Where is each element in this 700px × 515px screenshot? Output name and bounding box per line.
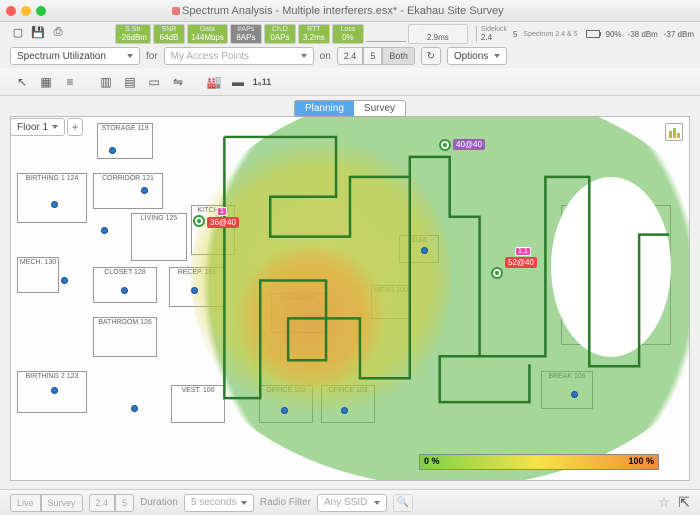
stat-ping: Active: Ping2.9ms [408, 24, 468, 44]
stat-snr: SNR64dB [153, 24, 185, 44]
sidekick-readout: Sidekick2.4 5 Spectrum 2.4 & 5 [476, 26, 578, 42]
texture-tool[interactable]: ▦ [34, 71, 58, 93]
favorite-button[interactable]: ☆ [658, 494, 671, 511]
battery-icon [586, 30, 600, 38]
window-title: Spectrum Analysis - Multiple interferers… [172, 5, 504, 17]
new-file-icon[interactable]: ▢ [10, 24, 26, 40]
duration-select[interactable]: 5 seconds [184, 494, 254, 512]
bottom-band24-button[interactable]: 2.4 [89, 494, 116, 512]
stat-sstr: S.Str-26dBm [115, 24, 151, 44]
mode-segmented[interactable]: Live Survey [10, 494, 83, 512]
band-24-button[interactable]: 2.4 [337, 47, 364, 65]
share-button[interactable]: ⇱ [678, 494, 690, 511]
ap-label-3[interactable]: 40@40 [453, 139, 485, 150]
on-label: on [320, 51, 331, 62]
cursor-tool[interactable]: ↖ [10, 71, 34, 93]
survey-path [11, 117, 689, 436]
ap-select[interactable]: My Access Points [164, 47, 314, 65]
chart-toggle-button[interactable] [665, 123, 683, 141]
print-icon[interactable]: ⎙ [50, 24, 66, 40]
close-icon[interactable] [6, 6, 16, 16]
stat-rtt: RTT3.2ms [298, 24, 330, 44]
stat-data: Data144Mbps [187, 24, 228, 44]
refresh-button[interactable]: ↻ [421, 47, 441, 65]
dbm1: -38 dBm [628, 30, 658, 39]
heatmap-legend: 0 % 100 % [419, 454, 659, 470]
duration-label: Duration [140, 497, 178, 508]
channel-tool[interactable]: 1₆11 [250, 71, 274, 93]
live-button[interactable]: Live [10, 494, 41, 512]
bring-front-tool[interactable]: ▥ [94, 71, 118, 93]
add-floor-button[interactable]: + [67, 118, 83, 136]
band-5-button[interactable]: 5 [363, 47, 382, 65]
sparkline [366, 26, 406, 42]
save-icon[interactable]: 💾 [30, 24, 46, 40]
stat-chd: Ch.D0APs [264, 24, 296, 44]
floor-select[interactable]: Floor 1 [10, 118, 65, 136]
factory-tool[interactable]: 🏭 [202, 71, 226, 93]
dbm2: -37 dBm [664, 30, 694, 39]
ap-label-2[interactable]: 1.152@40 [505, 257, 537, 268]
visualization-select[interactable]: Spectrum Utilization [10, 47, 140, 65]
band-both-button[interactable]: Both [382, 47, 415, 65]
ap-label-1[interactable]: 136@40 [207, 217, 239, 228]
stat-loss: Loss0% [332, 24, 364, 44]
for-label: for [146, 51, 158, 62]
ap-marker-1[interactable] [193, 215, 205, 227]
zoom-icon[interactable] [36, 6, 46, 16]
bottom-band-segmented[interactable]: 2.4 5 [89, 494, 135, 512]
search-button[interactable]: 🔍 [393, 494, 413, 512]
tab-survey[interactable]: Survey [354, 101, 405, 116]
radiofilter-label: Radio Filter [260, 497, 311, 508]
battery-level: 90% [606, 30, 622, 39]
band-segmented[interactable]: 2.4 5 Both [337, 47, 415, 65]
align-tool[interactable]: ≡ [58, 71, 82, 93]
ap-marker-2[interactable] [491, 267, 503, 279]
flip-tool[interactable]: ⇋ [166, 71, 190, 93]
wall-tool[interactable]: ▬ [226, 71, 250, 93]
survey-button[interactable]: Survey [41, 494, 83, 512]
radiofilter-select[interactable]: Any SSID [317, 494, 387, 512]
bottom-band5-button[interactable]: 5 [115, 494, 134, 512]
tab-planning[interactable]: Planning [295, 101, 354, 116]
send-back-tool[interactable]: ▤ [118, 71, 142, 93]
doc-tool[interactable]: ▭ [142, 71, 166, 93]
map-canvas[interactable]: STORAGE 119 BIRTHING 1 124 CORRIDOR 121 … [10, 116, 690, 481]
options-button[interactable]: Options [447, 47, 507, 65]
minimize-icon[interactable] [21, 6, 31, 16]
ap-marker-3[interactable] [439, 139, 451, 151]
stat-aps: #APs8APs [230, 24, 262, 44]
